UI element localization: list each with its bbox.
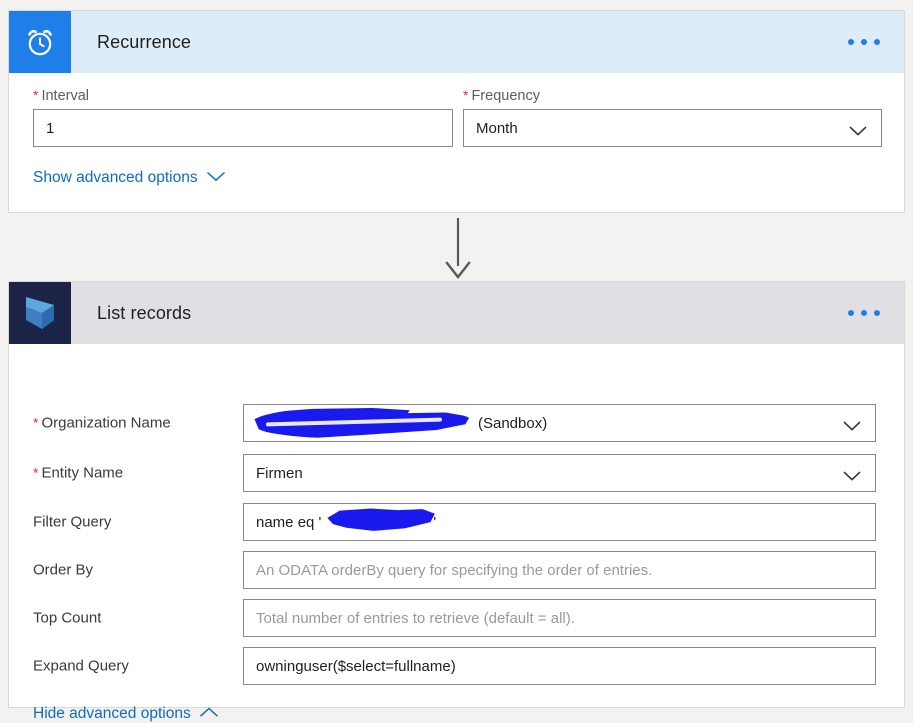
filter-query-value-suffix: ' [433,513,437,531]
order-by-placeholder: An ODATA orderBy query for specifying th… [256,561,653,579]
field-entity-name: * Entity Name Firmen [33,454,880,492]
chevron-down-icon [843,468,861,481]
entity-name-dropdown[interactable]: Firmen [243,454,876,492]
chevron-up-icon [199,705,219,723]
expand-query-input[interactable]: owninguser($select=fullname) [243,647,876,685]
flow-arrow [440,218,476,280]
required-marker: * [33,87,39,103]
field-frequency-label: * Frequency [463,87,882,104]
redaction-mark [327,508,435,531]
frequency-dropdown-value: Month [476,119,518,137]
top-count-input[interactable]: Total number of entries to retrieve (def… [243,599,876,637]
list-records-card-title: List records [97,302,192,323]
field-expand-query-label: Expand Query [33,658,129,675]
chevron-down-icon [849,123,867,136]
entity-name-value: Firmen [256,464,303,482]
required-marker: * [33,414,39,431]
field-entity-name-label: * Entity Name [33,465,123,482]
expand-query-value: owninguser($select=fullname) [256,657,456,675]
order-by-input[interactable]: An ODATA orderBy query for specifying th… [243,551,876,589]
field-expand-query: Expand Query owninguser($select=fullname… [33,647,880,685]
field-top-count-label-text: Top Count [33,609,102,627]
alarm-clock-icon [9,11,71,73]
hide-advanced-options-link[interactable]: Hide advanced options [33,705,219,723]
redaction-mark-highlight [265,417,443,427]
dynamics-365-icon [9,282,71,344]
recurrence-action-card[interactable]: Recurrence * Interval 1 * Frequency Mont… [8,10,905,213]
field-organization-name-label-text: Organization Name [41,414,171,432]
dot [874,310,880,316]
hide-advanced-options-label: Hide advanced options [33,705,191,722]
field-order-by-label: Order By [33,562,93,579]
dot [848,310,854,316]
interval-input[interactable]: 1 [33,109,453,147]
list-records-card-header[interactable]: List records [9,282,904,344]
interval-input-value: 1 [46,119,55,137]
list-records-overflow-menu-button[interactable] [848,310,880,316]
field-filter-query: Filter Query name eq ' ' [33,503,880,541]
show-advanced-options-label: Show advanced options [33,169,198,186]
chevron-down-icon [206,169,226,187]
required-marker: * [463,87,469,103]
list-records-card-body: * Organization Name (Sandbox) * Entity N… [9,344,904,722]
dot [861,310,867,316]
field-frequency-label-text: Frequency [471,88,540,104]
redaction-mark [254,407,470,438]
chevron-down-icon [843,418,861,431]
recurrence-card-header[interactable]: Recurrence [9,11,904,73]
organization-name-suffix: (Sandbox) [478,414,548,432]
filter-query-input[interactable]: name eq ' ' [243,503,876,541]
field-order-by-label-text: Order By [33,561,94,579]
frequency-dropdown[interactable]: Month [463,109,882,147]
show-advanced-options-link[interactable]: Show advanced options [33,169,226,187]
field-organization-name: * Organization Name (Sandbox) [33,404,880,442]
dot [874,39,880,45]
dot [848,39,854,45]
top-count-placeholder: Total number of entries to retrieve (def… [256,609,575,627]
list-records-action-card[interactable]: List records * Organization Name (Sandbox… [8,281,905,722]
dot [861,39,867,45]
filter-query-value-prefix: name eq ' [256,513,322,531]
organization-name-dropdown[interactable]: (Sandbox) [243,404,876,442]
recurrence-card-title: Recurrence [97,31,192,52]
field-filter-query-label: Filter Query [33,514,111,531]
field-top-count-label: Top Count [33,610,101,627]
field-organization-name-label: * Organization Name [33,415,171,432]
field-frequency: * Frequency Month [463,87,882,147]
flow-designer-canvas: Recurrence * Interval 1 * Frequency Mont… [0,0,913,722]
field-top-count: Top Count Total number of entries to ret… [33,599,880,637]
field-filter-query-label-text: Filter Query [33,513,112,531]
field-interval-label-text: Interval [41,88,90,104]
field-expand-query-label-text: Expand Query [33,657,129,675]
recurrence-card-body: * Interval 1 * Frequency Month Show adva… [9,73,904,212]
field-interval-label: * Interval [33,87,453,104]
recurrence-overflow-menu-button[interactable] [848,39,880,45]
required-marker: * [33,464,39,481]
field-order-by: Order By An ODATA orderBy query for spec… [33,551,880,589]
field-interval: * Interval 1 [33,87,453,147]
field-entity-name-label-text: Entity Name [41,464,124,482]
